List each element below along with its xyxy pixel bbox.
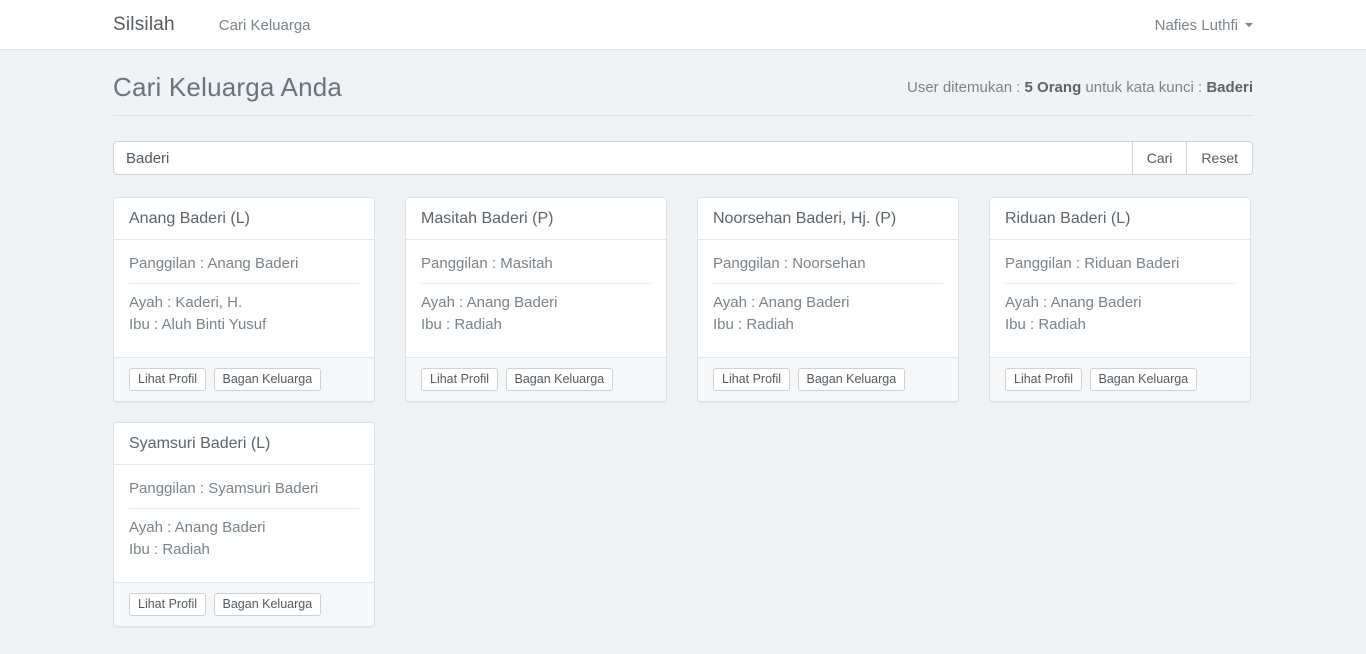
person-card-footer: Lihat Profil Bagan Keluarga [990, 357, 1250, 401]
bagan-keluarga-button[interactable]: Bagan Keluarga [798, 368, 906, 391]
person-card-title: Anang Baderi (L) [114, 198, 374, 240]
person-mother: Ibu : Radiah [1005, 316, 1086, 333]
person-mother: Ibu : Radiah [421, 316, 502, 333]
person-father: Ayah : Anang Baderi [713, 294, 850, 311]
lihat-profil-button[interactable]: Lihat Profil [129, 368, 206, 391]
person-father: Ayah : Kaderi, H. [129, 294, 242, 311]
lihat-profil-button[interactable]: Lihat Profil [713, 368, 790, 391]
person-nickname: Panggilan : Masitah [421, 254, 651, 274]
bagan-keluarga-button[interactable]: Bagan Keluarga [1090, 368, 1198, 391]
cari-button[interactable]: Cari [1132, 141, 1188, 175]
person-parents: Ayah : Anang Baderi Ibu : Radiah [421, 292, 651, 336]
page-header: Cari Keluarga Anda User ditemukan : 5 Or… [113, 72, 1253, 116]
person-card: Anang Baderi (L) Panggilan : Anang Bader… [113, 197, 375, 402]
bagan-keluarga-button[interactable]: Bagan Keluarga [214, 593, 322, 616]
person-card: Noorsehan Baderi, Hj. (P) Panggilan : No… [697, 197, 959, 402]
person-card-body: Panggilan : Riduan Baderi Ayah : Anang B… [990, 240, 1250, 357]
search-input[interactable] [113, 141, 1133, 175]
person-parents: Ayah : Anang Baderi Ibu : Radiah [713, 292, 943, 336]
search-results-grid: Anang Baderi (L) Panggilan : Anang Bader… [113, 197, 1253, 627]
person-mother: Ibu : Aluh Binti Yusuf [129, 316, 266, 333]
result-keyword: Baderi [1206, 79, 1253, 96]
divider [129, 283, 359, 284]
person-mother: Ibu : Radiah [129, 541, 210, 558]
result-summary: User ditemukan : 5 Orang untuk kata kunc… [907, 79, 1253, 96]
person-card: Riduan Baderi (L) Panggilan : Riduan Bad… [989, 197, 1251, 402]
chevron-down-icon [1245, 23, 1253, 27]
person-parents: Ayah : Kaderi, H. Ibu : Aluh Binti Yusuf [129, 292, 359, 336]
person-father: Ayah : Anang Baderi [1005, 294, 1142, 311]
person-nickname: Panggilan : Riduan Baderi [1005, 254, 1235, 274]
person-father: Ayah : Anang Baderi [421, 294, 558, 311]
result-summary-prefix: User ditemukan : [907, 79, 1025, 96]
person-card: Syamsuri Baderi (L) Panggilan : Syamsuri… [113, 422, 375, 627]
person-card: Masitah Baderi (P) Panggilan : Masitah A… [405, 197, 667, 402]
lihat-profil-button[interactable]: Lihat Profil [129, 593, 206, 616]
person-nickname: Panggilan : Noorsehan [713, 254, 943, 274]
user-dropdown[interactable]: Nafies Luthfi [1155, 2, 1253, 49]
search-form: Cari Reset [113, 141, 1253, 175]
result-summary-middle: untuk kata kunci : [1081, 79, 1206, 96]
person-card-footer: Lihat Profil Bagan Keluarga [114, 582, 374, 626]
lihat-profil-button[interactable]: Lihat Profil [421, 368, 498, 391]
divider [1005, 283, 1235, 284]
lihat-profil-button[interactable]: Lihat Profil [1005, 368, 1082, 391]
person-card-footer: Lihat Profil Bagan Keluarga [406, 357, 666, 401]
page-title: Cari Keluarga Anda [113, 72, 342, 103]
person-card-body: Panggilan : Masitah Ayah : Anang Baderi I… [406, 240, 666, 357]
person-card-body: Panggilan : Noorsehan Ayah : Anang Bader… [698, 240, 958, 357]
person-card-footer: Lihat Profil Bagan Keluarga [114, 357, 374, 401]
navbar: Silsilah Cari Keluarga Nafies Luthfi [0, 0, 1366, 50]
result-count: 5 Orang [1025, 79, 1082, 96]
person-card-title: Masitah Baderi (P) [406, 198, 666, 240]
bagan-keluarga-button[interactable]: Bagan Keluarga [506, 368, 614, 391]
person-father: Ayah : Anang Baderi [129, 519, 266, 536]
person-parents: Ayah : Anang Baderi Ibu : Radiah [129, 517, 359, 561]
person-card-body: Panggilan : Syamsuri Baderi Ayah : Anang… [114, 465, 374, 582]
person-card-body: Panggilan : Anang Baderi Ayah : Kaderi, … [114, 240, 374, 357]
person-nickname: Panggilan : Anang Baderi [129, 254, 359, 274]
brand-silsilah[interactable]: Silsilah [113, 14, 175, 36]
reset-button[interactable]: Reset [1186, 141, 1253, 175]
nav-item-cari-keluarga[interactable]: Cari Keluarga [205, 2, 325, 49]
divider [713, 283, 943, 284]
person-parents: Ayah : Anang Baderi Ibu : Radiah [1005, 292, 1235, 336]
person-mother: Ibu : Radiah [713, 316, 794, 333]
person-card-footer: Lihat Profil Bagan Keluarga [698, 357, 958, 401]
user-name: Nafies Luthfi [1155, 17, 1238, 34]
bagan-keluarga-button[interactable]: Bagan Keluarga [214, 368, 322, 391]
main-content: Cari Keluarga Anda User ditemukan : 5 Or… [113, 72, 1253, 627]
person-card-title: Riduan Baderi (L) [990, 198, 1250, 240]
person-card-title: Syamsuri Baderi (L) [114, 423, 374, 465]
person-nickname: Panggilan : Syamsuri Baderi [129, 479, 359, 499]
divider [129, 508, 359, 509]
divider [421, 283, 651, 284]
person-card-title: Noorsehan Baderi, Hj. (P) [698, 198, 958, 240]
